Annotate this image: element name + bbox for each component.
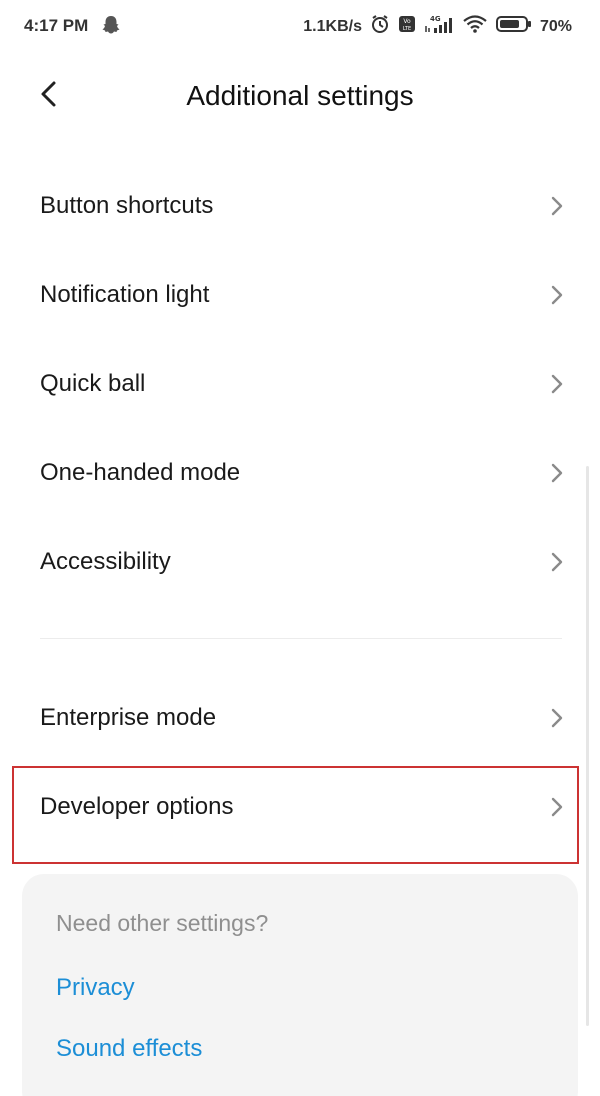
- chevron-right-icon: [550, 796, 564, 823]
- settings-item-label: Notification light: [40, 281, 210, 308]
- network-type-label: 4G: [430, 15, 441, 23]
- wifi-icon: [462, 14, 488, 39]
- svg-text:LTE: LTE: [403, 26, 411, 32]
- svg-text:Vo: Vo: [403, 18, 411, 25]
- settings-item-label: Quick ball: [40, 370, 146, 397]
- chevron-right-icon: [550, 551, 564, 578]
- network-speed: 1.1KB/s: [303, 17, 362, 35]
- volte-icon: Vo LTE: [398, 15, 416, 38]
- privacy-link[interactable]: Privacy: [56, 974, 135, 1002]
- section-divider: [40, 638, 562, 639]
- settings-item-accessibility[interactable]: Accessibility: [0, 518, 600, 607]
- other-settings-card: Need other settings? Privacy Sound effec…: [22, 874, 578, 1096]
- status-time: 4:17 PM: [24, 16, 89, 35]
- chevron-right-icon: [550, 707, 564, 734]
- status-indicators: 1.1KB/s Vo LTE 4G 70%: [303, 14, 572, 39]
- battery-percent: 70%: [539, 17, 572, 35]
- settings-item-one-handed-mode[interactable]: One-handed mode: [0, 429, 600, 518]
- chevron-right-icon: [550, 462, 564, 489]
- settings-item-label: Button shortcuts: [40, 192, 214, 219]
- snapchat-icon: [102, 15, 120, 40]
- settings-item-button-shortcuts[interactable]: Button shortcuts: [0, 162, 600, 251]
- settings-item-developer-options[interactable]: Developer options: [0, 763, 600, 852]
- chevron-right-icon: [550, 195, 564, 222]
- sound-effects-link[interactable]: Sound effects: [56, 1035, 202, 1063]
- status-bar: 4:17 PM 1.1KB/s Vo LTE 4G 70%: [0, 0, 600, 52]
- other-settings-heading: Need other settings?: [56, 910, 269, 936]
- chevron-right-icon: [550, 284, 564, 311]
- settings-item-enterprise-mode[interactable]: Enterprise mode: [0, 674, 600, 763]
- settings-item-notification-light[interactable]: Notification light: [0, 251, 600, 340]
- settings-item-label: Enterprise mode: [40, 704, 217, 731]
- settings-item-label: Developer options: [40, 793, 234, 820]
- scrollbar[interactable]: [586, 466, 589, 1026]
- page-title: Additional settings: [186, 80, 414, 111]
- header: Additional settings: [0, 60, 600, 132]
- settings-item-label: Accessibility: [40, 548, 171, 575]
- chevron-right-icon: [550, 373, 564, 400]
- settings-item-label: One-handed mode: [40, 459, 241, 486]
- battery-icon: [495, 15, 532, 38]
- signal-icon: 4G: [424, 14, 454, 39]
- alarm-icon: [370, 14, 390, 39]
- settings-item-quick-ball[interactable]: Quick ball: [0, 340, 600, 429]
